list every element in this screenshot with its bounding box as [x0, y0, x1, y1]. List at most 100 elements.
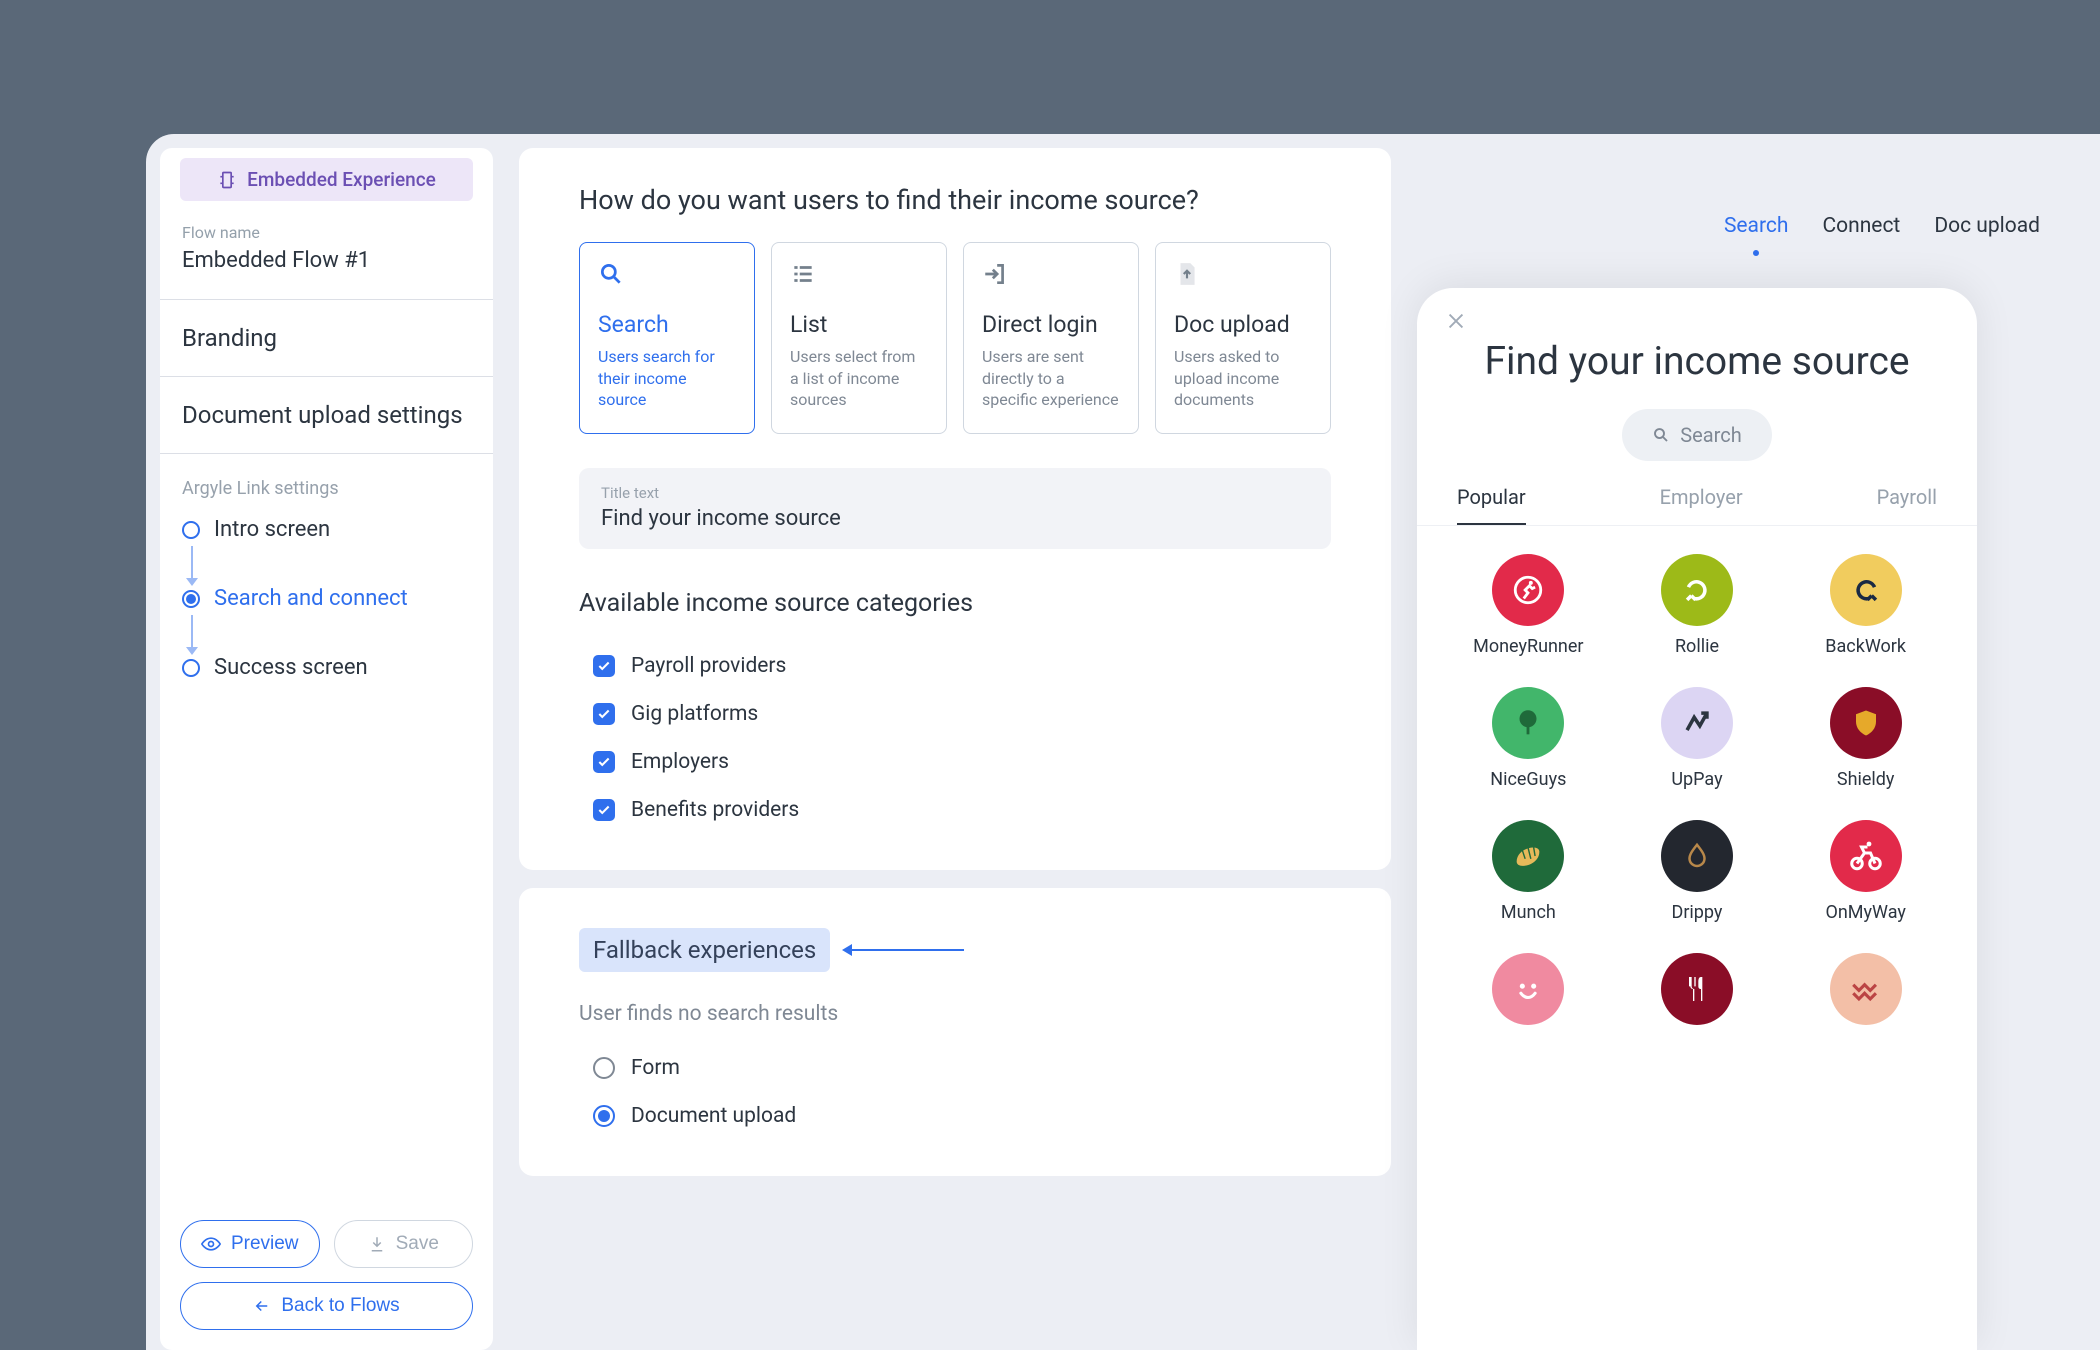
app-shell: Embedded Experience Flow name Embedded F…	[146, 134, 2100, 1350]
embed-icon	[217, 170, 237, 190]
preview-button[interactable]: Preview	[180, 1220, 320, 1268]
title-text-input[interactable]: Title text Find your income source	[579, 468, 1331, 549]
option-search-desc: Users search for their income source	[598, 346, 736, 411]
fallback-option-form[interactable]: Form	[579, 1044, 1331, 1092]
fallback-card: Fallback experiences User finds no searc…	[519, 888, 1391, 1176]
source-item-label: Munch	[1453, 902, 1604, 923]
step-search-connect[interactable]: Search and connect	[182, 578, 471, 619]
fallback-option-label: Document upload	[631, 1104, 796, 1128]
source-item-label: BackWork	[1790, 636, 1941, 657]
source-item[interactable]	[1453, 953, 1604, 1035]
find-source-options: Search Users search for their income sou…	[579, 242, 1331, 434]
checkbox-icon	[593, 655, 615, 677]
source-item[interactable]: OnMyWay	[1790, 820, 1941, 923]
link-settings-stepper: Intro screen Search and connect Success …	[160, 509, 493, 688]
category-benefits-providers[interactable]: Benefits providers	[593, 786, 1331, 834]
smile-icon	[1492, 953, 1564, 1025]
main-area: How do you want users to find their inco…	[519, 148, 1391, 1350]
file-upload-icon	[1174, 261, 1200, 287]
flow-name-value[interactable]: Embedded Flow #1	[182, 248, 471, 273]
wave-icon	[1830, 953, 1902, 1025]
embedded-banner-text: Embedded Experience	[247, 168, 436, 191]
eye-icon	[201, 1234, 221, 1254]
source-item[interactable]	[1622, 953, 1773, 1035]
source-item[interactable]: Drippy	[1622, 820, 1773, 923]
up-icon	[1661, 687, 1733, 759]
source-item-label: Drippy	[1622, 902, 1773, 923]
phone-tab-employer[interactable]: Employer	[1660, 485, 1743, 525]
source-item[interactable]: MoneyRunner	[1453, 554, 1604, 657]
source-item[interactable]: BackWork	[1790, 554, 1941, 657]
embedded-experience-banner: Embedded Experience	[180, 158, 473, 201]
option-search[interactable]: Search Users search for their income sou…	[579, 242, 755, 434]
search-icon	[598, 261, 624, 287]
phone-source-grid: MoneyRunnerRollie BackWork NiceGuys UpPay Sh…	[1417, 554, 1977, 1035]
close-icon[interactable]	[1445, 310, 1467, 332]
option-search-title: Search	[598, 311, 736, 338]
source-item[interactable]: Munch	[1453, 820, 1604, 923]
phone-search-input[interactable]: Search	[1622, 409, 1772, 461]
step-connector	[191, 619, 193, 647]
phone-title: Find your income source	[1457, 338, 1937, 385]
source-item-label: NiceGuys	[1453, 769, 1604, 790]
categories-heading: Available income source categories	[579, 589, 1331, 618]
back-to-flows-button[interactable]: Back to Flows	[180, 1282, 473, 1330]
preview-tab-connect[interactable]: Connect	[1822, 214, 1900, 238]
save-button[interactable]: Save	[334, 1220, 474, 1268]
checkbox-icon	[593, 799, 615, 821]
nav-branding[interactable]: Branding	[160, 300, 493, 377]
option-list[interactable]: List Users select from a list of income …	[771, 242, 947, 434]
preview-tab-search[interactable]: Search	[1724, 214, 1789, 238]
preview-tab-doc-upload[interactable]: Doc upload	[1934, 214, 2040, 238]
category-gig-platforms[interactable]: Gig platforms	[593, 690, 1331, 738]
sidebar-footer: Preview Save Back to Flows	[160, 1200, 493, 1350]
tree-icon	[1492, 687, 1564, 759]
source-item[interactable]	[1790, 953, 1941, 1035]
source-item[interactable]: UpPay	[1622, 687, 1773, 790]
source-item-label: Shieldy	[1790, 769, 1941, 790]
checkbox-icon	[593, 703, 615, 725]
step-success-screen[interactable]: Success screen	[182, 647, 471, 688]
preview-button-label: Preview	[231, 1233, 299, 1255]
step-intro-screen[interactable]: Intro screen	[182, 509, 471, 550]
fallback-heading-text: Fallback experiences	[593, 936, 816, 964]
option-list-desc: Users select from a list of income sourc…	[790, 346, 928, 411]
swirl-icon	[1661, 554, 1733, 626]
arrow-annotation-icon	[844, 949, 964, 951]
fallback-heading: Fallback experiences	[579, 928, 830, 972]
option-direct-login[interactable]: Direct login Users are sent directly to …	[963, 242, 1139, 434]
phone-tab-payroll[interactable]: Payroll	[1877, 485, 1937, 525]
step-search-connect-label: Search and connect	[214, 586, 408, 611]
category-checklist: Payroll providers Gig platforms Employer…	[579, 642, 1331, 834]
step-dot-icon	[182, 590, 200, 608]
find-source-question: How do you want users to find their inco…	[579, 184, 1331, 216]
category-payroll-providers[interactable]: Payroll providers	[593, 642, 1331, 690]
option-doc-upload-desc: Users asked to upload income documents	[1174, 346, 1312, 411]
phone-tab-popular[interactable]: Popular	[1457, 485, 1526, 525]
source-item[interactable]: NiceGuys	[1453, 687, 1604, 790]
option-doc-upload[interactable]: Doc upload Users asked to upload income …	[1155, 242, 1331, 434]
source-item[interactable]: Shieldy	[1790, 687, 1941, 790]
step-connector	[191, 550, 193, 578]
option-list-title: List	[790, 311, 928, 338]
back-to-flows-label: Back to Flows	[281, 1295, 399, 1317]
category-employers[interactable]: Employers	[593, 738, 1331, 786]
shield-icon	[1830, 687, 1902, 759]
source-item[interactable]: Rollie	[1622, 554, 1773, 657]
option-direct-login-desc: Users are sent directly to a specific ex…	[982, 346, 1120, 411]
find-source-card: How do you want users to find their inco…	[519, 148, 1391, 870]
login-icon	[982, 261, 1008, 287]
flow-name-label: Flow name	[182, 223, 471, 242]
category-label: Payroll providers	[631, 654, 786, 678]
runner-icon	[1492, 554, 1564, 626]
sidebar: Embedded Experience Flow name Embedded F…	[160, 148, 493, 1350]
save-button-label: Save	[396, 1233, 439, 1255]
step-dot-icon	[182, 659, 200, 677]
radio-icon	[593, 1057, 615, 1079]
fallback-option-doc-upload[interactable]: Document upload	[579, 1092, 1331, 1140]
step-success-label: Success screen	[214, 655, 368, 680]
nav-doc-upload-settings[interactable]: Document upload settings	[160, 377, 493, 454]
title-text-label: Title text	[601, 484, 1309, 502]
option-doc-upload-title: Doc upload	[1174, 311, 1312, 338]
download-icon	[368, 1235, 386, 1253]
